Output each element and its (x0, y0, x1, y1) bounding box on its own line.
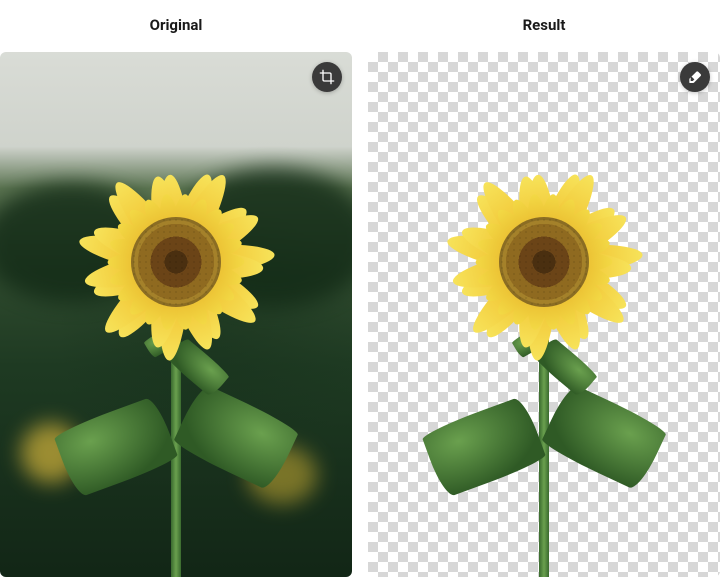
crop-icon (319, 69, 335, 85)
original-panel: Original (0, 0, 352, 577)
result-title: Result (368, 0, 720, 52)
sunflower-cutout (368, 52, 720, 577)
eraser-button[interactable] (680, 62, 710, 92)
eraser-icon (687, 69, 703, 85)
crop-button[interactable] (312, 62, 342, 92)
result-image-box (368, 52, 720, 577)
comparison-container: Original (0, 0, 720, 577)
original-title: Original (0, 0, 352, 52)
original-image-box (0, 52, 352, 577)
original-image (0, 52, 352, 577)
result-panel: Result (368, 0, 720, 577)
result-image (368, 52, 720, 577)
